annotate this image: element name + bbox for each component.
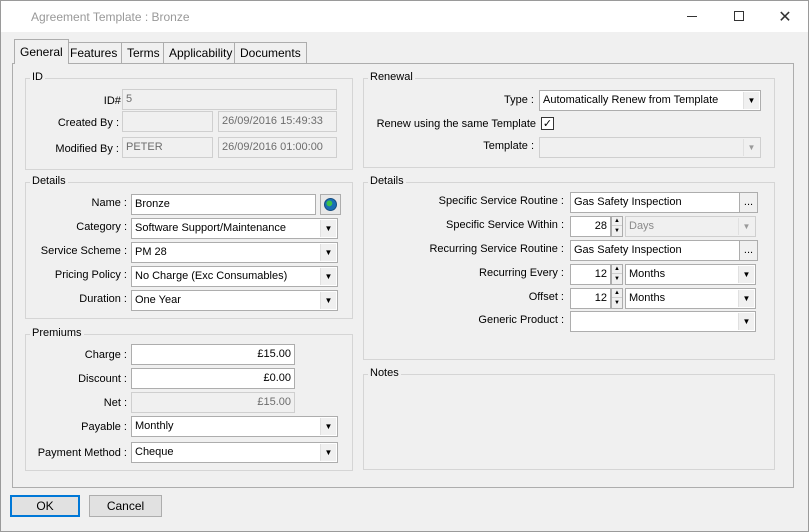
title-bar: Agreement Template : Bronze ✕ <box>1 1 808 32</box>
charge-field[interactable]: £15.00 <box>131 344 295 365</box>
tab-terms[interactable]: Terms <box>121 42 166 63</box>
offset-label: Offset : <box>528 291 564 303</box>
offset-spinner[interactable]: ▲ ▼ <box>611 288 623 309</box>
id-label: ID# : <box>103 95 127 107</box>
cancel-button[interactable]: Cancel <box>89 495 162 517</box>
chevron-down-icon: ▼ <box>320 244 336 261</box>
spin-up-icon: ▲ <box>612 217 622 226</box>
minimize-icon <box>687 15 697 17</box>
tab-documents[interactable]: Documents <box>234 42 307 63</box>
renewal-type-label: Type : <box>504 94 534 106</box>
modified-by-field: PETER <box>122 137 213 158</box>
spin-down-icon: ▼ <box>614 300 620 306</box>
service-scheme-select[interactable]: PM 28 ▼ <box>131 242 338 263</box>
recurring-routine-field[interactable]: Gas Safety Inspection <box>570 240 741 261</box>
minimize-button[interactable] <box>669 1 715 31</box>
specific-within-label: Specific Service Within : <box>446 219 564 231</box>
name-field[interactable]: Bronze <box>131 194 316 215</box>
recurring-every-label: Recurring Every : <box>479 267 564 279</box>
recurring-every-spinner[interactable]: ▲ ▼ <box>611 264 623 285</box>
payment-method-select[interactable]: Cheque ▼ <box>131 442 338 463</box>
globe-icon <box>324 198 337 211</box>
name-label: Name : <box>91 197 127 209</box>
chevron-down-icon: ▼ <box>738 313 754 330</box>
charge-label: Charge : <box>84 349 127 361</box>
recurring-routine-browse-button[interactable]: ... <box>739 240 758 261</box>
chevron-down-icon: ▼ <box>743 92 759 109</box>
spin-down-icon: ▼ <box>614 276 620 282</box>
modified-by-label: Modified By : <box>55 143 119 155</box>
tab-features[interactable]: Features <box>64 42 124 63</box>
maximize-button[interactable] <box>716 1 762 31</box>
payable-select[interactable]: Monthly ▼ <box>131 416 338 437</box>
notes-title: Notes <box>368 367 401 379</box>
details-right-title: Details <box>368 175 406 187</box>
spin-up-icon: ▲ <box>612 265 622 274</box>
specific-within-spinner[interactable]: ▲ ▼ <box>611 216 623 237</box>
payable-label: Payable : <box>81 421 127 433</box>
same-template-label: Renew using the same Template <box>376 118 536 130</box>
duration-select[interactable]: One Year ▼ <box>131 290 338 311</box>
discount-field[interactable]: £0.00 <box>131 368 295 389</box>
chevron-down-icon: ▼ <box>320 444 336 461</box>
chevron-down-icon: ▼ <box>320 220 336 237</box>
premiums-title: Premiums <box>30 327 84 339</box>
specific-within-field[interactable]: 28 <box>570 216 611 237</box>
globe-button[interactable] <box>320 194 341 215</box>
tab-applicability[interactable]: Applicability <box>163 42 239 63</box>
same-template-checkbox[interactable]: ✓ <box>541 117 554 130</box>
pricing-policy-label: Pricing Policy : <box>54 269 127 281</box>
tab-general[interactable]: General <box>14 39 69 64</box>
created-date-field: 26/09/2016 15:49:33 <box>218 111 337 132</box>
generic-product-label: Generic Product : <box>478 314 564 326</box>
discount-label: Discount : <box>78 373 127 385</box>
chevron-down-icon: ▼ <box>738 290 754 307</box>
recurring-routine-label: Recurring Service Routine : <box>429 243 564 255</box>
recurring-every-unit-select[interactable]: Months ▼ <box>625 264 756 285</box>
chevron-down-icon: ▼ <box>743 139 759 156</box>
notes-group: Notes <box>363 367 775 470</box>
pricing-policy-select[interactable]: No Charge (Exc Consumables) ▼ <box>131 266 338 287</box>
chevron-down-icon: ▼ <box>738 218 754 235</box>
service-scheme-label: Service Scheme : <box>40 245 127 257</box>
close-button[interactable]: ✕ <box>762 1 808 31</box>
maximize-icon <box>734 11 744 21</box>
created-by-label: Created By : <box>57 117 119 129</box>
template-select: ▼ <box>539 137 761 158</box>
spin-up-icon: ▲ <box>612 289 622 298</box>
generic-product-select[interactable]: ▼ <box>570 311 756 332</box>
modified-date-field: 26/09/2016 01:00:00 <box>218 137 337 158</box>
chevron-down-icon: ▼ <box>738 266 754 283</box>
renewal-title: Renewal <box>368 71 415 83</box>
net-label: Net : <box>103 397 127 409</box>
tab-panel: ID ID# : 5 Created By : 26/09/2016 15:49… <box>12 63 794 488</box>
chevron-down-icon: ▼ <box>320 268 336 285</box>
window-title: Agreement Template : Bronze <box>31 10 190 24</box>
details-left-title: Details <box>30 175 68 187</box>
offset-field[interactable]: 12 <box>570 288 611 309</box>
created-by-field <box>122 111 213 132</box>
chevron-down-icon: ▼ <box>320 292 336 309</box>
specific-routine-browse-button[interactable]: ... <box>739 192 758 213</box>
id-field: 5 <box>122 89 337 110</box>
category-select[interactable]: Software Support/Maintenance ▼ <box>131 218 338 239</box>
close-icon: ✕ <box>778 6 792 26</box>
template-label: Template : <box>483 140 534 152</box>
recurring-every-field[interactable]: 12 <box>570 264 611 285</box>
net-field: £15.00 <box>131 392 295 413</box>
id-group-title: ID <box>30 71 45 83</box>
specific-routine-label: Specific Service Routine : <box>438 195 564 207</box>
spin-down-icon: ▼ <box>614 228 620 234</box>
duration-label: Duration : <box>79 293 127 305</box>
specific-routine-field[interactable]: Gas Safety Inspection <box>570 192 741 213</box>
category-label: Category : <box>76 221 127 233</box>
ok-button[interactable]: OK <box>10 495 80 517</box>
chevron-down-icon: ▼ <box>320 418 336 435</box>
specific-within-unit-select: Days ▼ <box>625 216 756 237</box>
payment-method-label: Payment Method : <box>37 447 127 459</box>
offset-unit-select[interactable]: Months ▼ <box>625 288 756 309</box>
renewal-type-select[interactable]: Automatically Renew from Template ▼ <box>539 90 761 111</box>
